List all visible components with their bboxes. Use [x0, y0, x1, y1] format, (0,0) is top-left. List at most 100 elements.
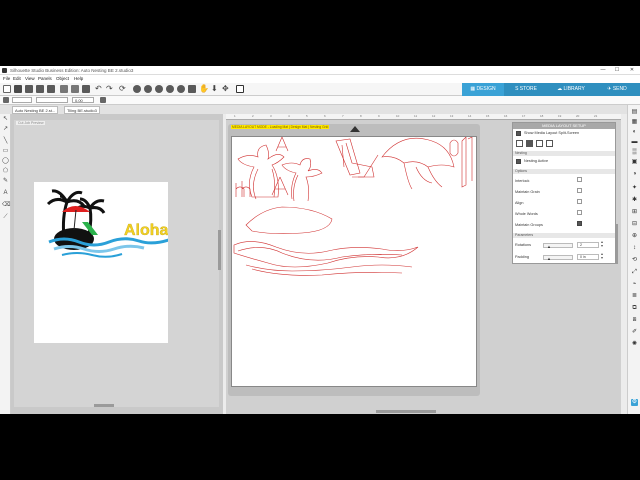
- menu-object[interactable]: Object: [56, 76, 69, 81]
- send-to-printer-icon[interactable]: [47, 85, 55, 93]
- eraser-tool-icon[interactable]: ⌫: [2, 202, 10, 209]
- nesting-panel-icon[interactable]: ⧉: [631, 305, 638, 312]
- undo-icon[interactable]: ↶: [95, 84, 102, 93]
- layout-landscape-icon[interactable]: [526, 140, 533, 147]
- line-tool-icon[interactable]: ╲: [2, 138, 9, 145]
- gradient-panel-icon[interactable]: ▒: [631, 149, 638, 156]
- knife-tool-icon[interactable]: ⟋: [2, 214, 9, 221]
- preview-horizontal-scrollbar[interactable]: [94, 404, 114, 407]
- ruler-tick: 21: [594, 114, 598, 118]
- option-align-checkbox[interactable]: [577, 199, 582, 204]
- edit-points-icon[interactable]: ↗: [2, 126, 9, 133]
- grid-settings-icon[interactable]: ▦: [631, 119, 638, 126]
- preview-vertical-scrollbar[interactable]: [218, 230, 221, 270]
- ruler-tick: 4: [288, 114, 290, 118]
- print-icon[interactable]: [36, 85, 44, 93]
- padding-unit: in: [582, 255, 586, 259]
- padding-slider-thumb-icon[interactable]: ▲: [547, 256, 551, 261]
- maximize-button[interactable]: ☐: [610, 67, 624, 74]
- tab-design[interactable]: ▦ DESIGN: [462, 83, 504, 96]
- select-tool-icon[interactable]: ↖: [2, 116, 9, 123]
- replicate-icon[interactable]: ⊟: [631, 221, 638, 228]
- save-icon[interactable]: [25, 85, 33, 93]
- align-panel-icon[interactable]: ↕: [631, 245, 638, 252]
- media-layout-icon[interactable]: ⧈: [631, 317, 638, 324]
- refresh-icon[interactable]: ⟳: [119, 84, 126, 93]
- window-title: Silhouette Studio Business Edition: Auto…: [10, 68, 134, 73]
- settings-gear-icon[interactable]: ⚙: [631, 399, 638, 406]
- transform-icon[interactable]: ⊞: [631, 209, 638, 216]
- move-icon[interactable]: ✥: [222, 84, 229, 93]
- line-width-field[interactable]: [36, 97, 68, 103]
- page-setup-icon[interactable]: ▤: [631, 109, 638, 116]
- zoom-sheet-icon[interactable]: [188, 85, 196, 93]
- store-panel-icon[interactable]: ✺: [631, 341, 638, 348]
- fill-color-icon[interactable]: [3, 97, 9, 103]
- close-button[interactable]: ✕: [625, 67, 639, 74]
- fill-panel-icon[interactable]: ◐: [631, 129, 638, 136]
- polygon-tool-icon[interactable]: ⬠: [2, 168, 9, 175]
- menu-edit[interactable]: Edit: [13, 76, 21, 81]
- text-style-icon[interactable]: ✱: [631, 197, 638, 204]
- padding-stepper-icon[interactable]: ▴ ▾: [601, 252, 603, 260]
- option-interlock-checkbox[interactable]: [577, 177, 582, 182]
- show-split-checkbox[interactable]: [516, 131, 521, 136]
- menu-view[interactable]: View: [25, 76, 35, 81]
- media-sheet[interactable]: [231, 136, 477, 387]
- canvas-horizontal-scrollbar[interactable]: [376, 410, 436, 413]
- doc-tab-tiling[interactable]: Tiling BE.studio3: [64, 106, 100, 114]
- modify-icon[interactable]: ⊕: [631, 233, 638, 240]
- copy-icon[interactable]: [71, 85, 79, 93]
- new-file-icon[interactable]: [3, 85, 11, 93]
- line-style-field[interactable]: [12, 97, 32, 103]
- open-folder-icon[interactable]: [14, 85, 22, 93]
- padding-input[interactable]: 0 in: [577, 254, 599, 260]
- menu-panels[interactable]: Panels: [38, 76, 52, 81]
- option-maintain-groups-checkbox[interactable]: [577, 221, 582, 226]
- pencil-tool-icon[interactable]: ✎: [2, 178, 9, 185]
- cut-icon[interactable]: [60, 85, 68, 93]
- layout-grid-icon[interactable]: [546, 140, 553, 147]
- offset-panel-icon[interactable]: ▣: [631, 159, 638, 166]
- layout-portrait-icon[interactable]: [516, 140, 523, 147]
- rectangle-tool-icon[interactable]: ▭: [2, 148, 9, 155]
- paste-icon[interactable]: [82, 85, 90, 93]
- text-tool-icon[interactable]: A: [2, 190, 9, 197]
- pan-hand-icon[interactable]: ✋: [199, 84, 209, 93]
- tab-send[interactable]: ✈ SEND: [594, 83, 640, 96]
- layers-panel-icon[interactable]: ≣: [631, 293, 638, 300]
- move-down-icon[interactable]: ⬇: [211, 84, 218, 93]
- align-icon[interactable]: [100, 97, 106, 103]
- line-panel-icon[interactable]: ▬: [631, 139, 638, 146]
- layout-nesting-icon[interactable]: [536, 140, 543, 147]
- ellipse-tool-icon[interactable]: ◯: [2, 158, 9, 165]
- grid-view-icon[interactable]: [236, 85, 244, 93]
- library-panel-icon[interactable]: ✐: [631, 329, 638, 336]
- zoom-dynamic-icon[interactable]: [177, 85, 185, 93]
- nesting-active-checkbox[interactable]: [516, 159, 521, 164]
- menu-help[interactable]: Help: [74, 76, 83, 81]
- knife-panel-icon[interactable]: ⌁: [631, 281, 638, 288]
- tab-library[interactable]: ☁ LIBRARY: [548, 83, 594, 96]
- zoom-in-icon[interactable]: [133, 85, 141, 93]
- zoom-page-icon[interactable]: [166, 85, 174, 93]
- zoom-value-field[interactable]: 0.00: [72, 97, 94, 103]
- rotations-slider[interactable]: ▲: [543, 243, 573, 249]
- scale-panel-icon[interactable]: ⤢: [631, 269, 638, 276]
- option-whole-words-checkbox[interactable]: [577, 210, 582, 215]
- rotations-stepper-icon[interactable]: ▴ ▾: [601, 240, 603, 248]
- option-maintain-grain-checkbox[interactable]: [577, 188, 582, 193]
- menu-file[interactable]: File: [3, 76, 10, 81]
- redo-icon[interactable]: ↷: [106, 84, 113, 93]
- send-panel-icon[interactable]: ✦: [631, 185, 638, 192]
- doc-tab-auto-nesting[interactable]: Auto Nesting BE 2.st...: [12, 106, 59, 114]
- zoom-out-icon[interactable]: [144, 85, 152, 93]
- zoom-fit-icon[interactable]: [155, 85, 163, 93]
- padding-slider[interactable]: ▲: [543, 255, 573, 261]
- rotations-input[interactable]: 2: [577, 242, 599, 248]
- rotate-panel-icon[interactable]: ⟲: [631, 257, 638, 264]
- tab-store[interactable]: S STORE: [504, 83, 548, 96]
- trace-panel-icon[interactable]: ◑: [631, 171, 638, 178]
- minimize-button[interactable]: —: [596, 67, 610, 74]
- rotations-slider-thumb-icon[interactable]: ▲: [547, 244, 551, 249]
